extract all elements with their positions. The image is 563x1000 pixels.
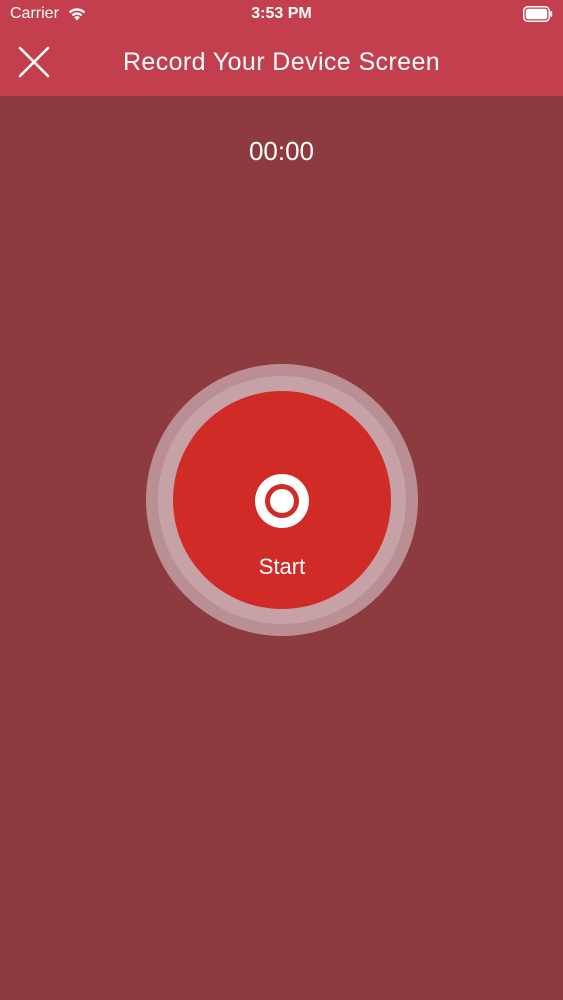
start-record-button[interactable]: Start bbox=[173, 391, 391, 609]
page-title: Record Your Device Screen bbox=[122, 48, 441, 76]
timer-display: 00:00 bbox=[248, 136, 315, 166]
nav-bar: Record Your Device Screen bbox=[0, 28, 563, 96]
record-control: Start bbox=[146, 364, 418, 636]
battery-icon bbox=[523, 6, 553, 22]
record-icon bbox=[255, 474, 309, 528]
status-time: 3:53 PM bbox=[251, 5, 312, 22]
status-bar: Carrier 3:53 PM bbox=[0, 0, 563, 28]
start-label: Start bbox=[258, 554, 306, 579]
